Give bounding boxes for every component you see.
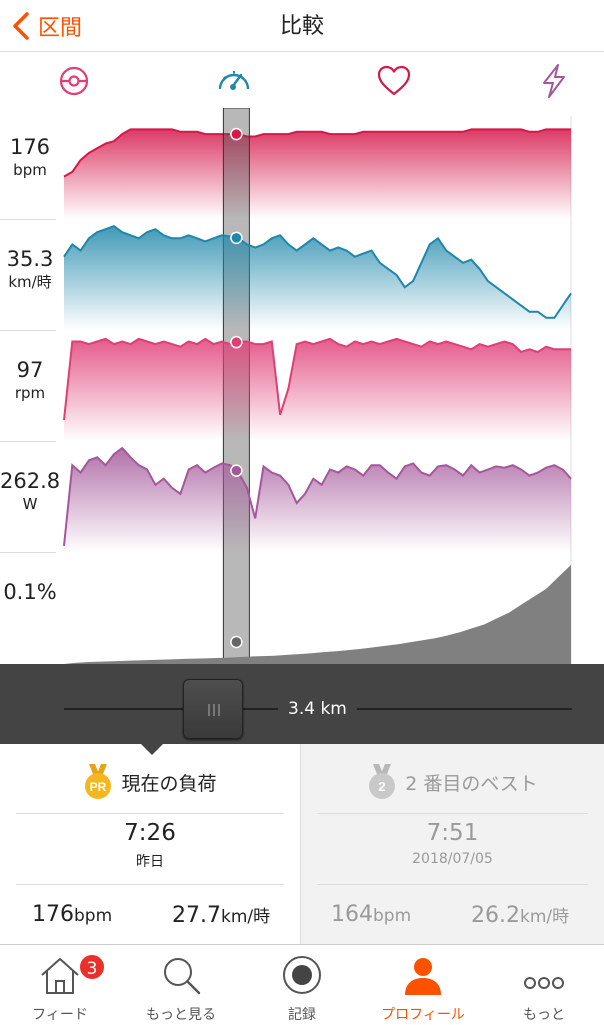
- label-divider: [0, 552, 56, 553]
- speedometer-icon[interactable]: [216, 63, 252, 99]
- label-divider: [0, 330, 56, 331]
- metric-value: 35.3: [6, 247, 54, 271]
- current-effort-stats: 176bpm 27.7km/時: [0, 902, 300, 932]
- divider: [16, 884, 284, 885]
- tab-more[interactable]: もっと: [484, 945, 604, 1025]
- divider: [317, 884, 588, 885]
- tab-label: もっと: [523, 1007, 565, 1023]
- metric-label-heart-rate: 176 bpm: [0, 134, 60, 180]
- metric-label-grade: 0.1%: [0, 579, 60, 605]
- series-area-3: [64, 448, 571, 552]
- home-icon: [41, 958, 79, 994]
- comparison-chart-area: 176 bpm 35.3 km/時 97 rpm 262.8 W 0.1%: [0, 108, 604, 664]
- search-icon: [164, 958, 201, 995]
- heart-icon[interactable]: [376, 63, 412, 99]
- current-effort-column[interactable]: PR 現在の負荷 7:26 昨日 176bpm 27.7km/時: [0, 743, 300, 944]
- metric-label-cadence: 97 rpm: [0, 357, 60, 403]
- series-area-0: [64, 129, 571, 219]
- second-best-speed: 26.2km/時: [471, 903, 570, 928]
- cursor-dot-3: [230, 464, 243, 477]
- grip-icon: [208, 704, 220, 716]
- svg-text:2: 2: [379, 779, 386, 794]
- second-best-stats: 164bpm 26.2km/時: [301, 902, 604, 932]
- record-icon: [283, 956, 321, 994]
- tab-label: 記録: [288, 1007, 316, 1023]
- tab-profile[interactable]: プロフィール: [363, 945, 483, 1025]
- silver-medal-icon: 2: [369, 764, 396, 799]
- current-speed: 27.7km/時: [172, 903, 271, 928]
- label-divider: [0, 441, 56, 442]
- effort-comparison: PR 現在の負荷 7:26 昨日 176bpm 27.7km/時 2 2 番目の…: [0, 743, 604, 944]
- tab-record[interactable]: 記録: [242, 945, 362, 1025]
- tab-feed[interactable]: 3 フィード: [0, 945, 120, 1025]
- scrubber-handle[interactable]: [183, 679, 243, 739]
- pr-medal-icon: PR: [85, 764, 112, 799]
- divider: [16, 813, 284, 814]
- tab-bar: 3 フィード もっと見る 記録 プロフィール もっと: [0, 944, 604, 1024]
- cursor-dot-4: [230, 635, 243, 649]
- cadence-icon[interactable]: [56, 63, 92, 99]
- metric-value: 262.8: [0, 469, 61, 493]
- navigation-header: 区間 比較: [0, 0, 604, 52]
- cursor-dot-0: [230, 127, 243, 141]
- current-effort-date: 昨日: [136, 854, 164, 870]
- second-best-column[interactable]: 2 2 番目のベスト 7:51 2018/07/05 164bpm 26.2km…: [300, 744, 604, 944]
- current-effort-label: 現在の負荷: [121, 772, 217, 795]
- second-best-label: 2 番目のベスト: [405, 772, 538, 795]
- metric-value: 176: [9, 135, 51, 159]
- metric-label-power: 262.8 W: [0, 468, 60, 514]
- more-icon: [524, 977, 564, 989]
- cursor-dot-1: [230, 231, 243, 245]
- metric-value: 0.1%: [3, 580, 57, 604]
- second-best-header: 2 2 番目のベスト: [301, 762, 604, 802]
- notification-badge: 3: [78, 953, 106, 981]
- profile-icon: [405, 958, 441, 995]
- series-area-2: [64, 338, 571, 441]
- series-area-4: [64, 564, 571, 664]
- cursor-dot-2: [230, 335, 243, 349]
- stacked-metric-chart: [63, 108, 572, 664]
- metric-unit: rpm: [14, 384, 46, 402]
- tab-label: フィード: [32, 1007, 88, 1023]
- label-divider: [0, 219, 56, 220]
- current-effort-header: PR 現在の負荷: [0, 762, 300, 802]
- current-effort-time: 7:26: [124, 820, 176, 846]
- metric-icon-row: [0, 53, 604, 108]
- metric-unit: W: [22, 495, 38, 513]
- second-best-time: 7:51: [426, 820, 479, 846]
- metric-unit: bpm: [13, 161, 47, 179]
- distance-scrubber[interactable]: 3.4 km: [0, 664, 604, 744]
- tab-explore[interactable]: もっと見る: [121, 945, 241, 1025]
- lightning-icon[interactable]: [536, 63, 572, 99]
- divider: [317, 813, 588, 814]
- svg-text:PR: PR: [90, 780, 107, 794]
- distance-readout: 3.4 km: [278, 695, 357, 723]
- metric-value: 97: [16, 358, 44, 382]
- tab-label: もっと見る: [146, 1007, 216, 1023]
- page-title: 比較: [279, 14, 324, 39]
- metric-labels: 176 bpm 35.3 km/時 97 rpm 262.8 W 0.1%: [0, 108, 60, 664]
- second-best-heart-rate: 164bpm: [331, 902, 412, 927]
- metric-unit: km/時: [8, 273, 52, 291]
- selected-pointer: [140, 743, 164, 755]
- current-heart-rate: 176bpm: [32, 902, 113, 927]
- tab-label: プロフィール: [381, 1007, 465, 1023]
- second-best-date: 2018/07/05: [412, 851, 493, 867]
- metric-label-speed: 35.3 km/時: [0, 246, 60, 292]
